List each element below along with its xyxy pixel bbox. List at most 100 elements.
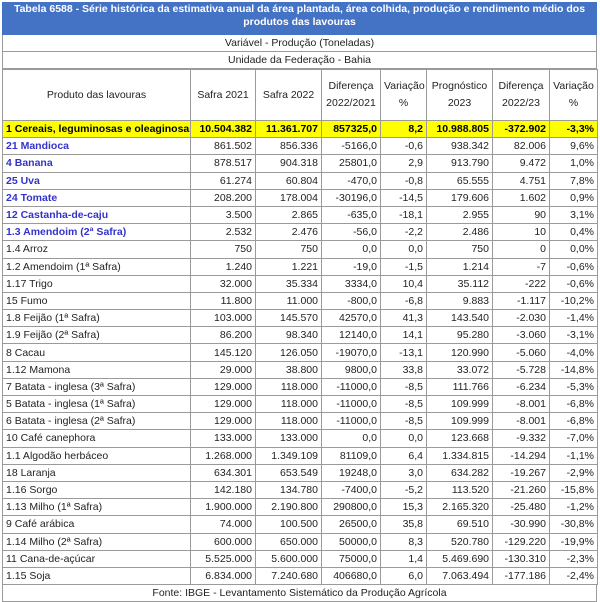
table-row: 1.12 Mamona 29.000 38.800 9800,0 33,8 33.072-… xyxy=(2,360,598,379)
cell-diff2: -14.294 xyxy=(492,446,550,465)
cell-s2022: 118.000 xyxy=(255,377,322,397)
cell-var1: -14,5 xyxy=(380,188,427,207)
cell-var2: -15,8% xyxy=(549,480,598,500)
cell-diff2: 1.602 xyxy=(492,188,550,207)
cell-var2: -5,3% xyxy=(549,377,598,397)
cell-diff1: 81109,0 xyxy=(321,446,381,465)
cell-product: 8 Cacau xyxy=(2,343,191,362)
cell-var1: 6,4 xyxy=(380,446,427,465)
cell-prog: 1.214 xyxy=(426,257,493,276)
table-row: 1.9 Feijão (2ª Safra) 86.200 98.340 12140,0… xyxy=(2,326,598,345)
cell-s2022: 118.000 xyxy=(255,412,322,431)
cell-prog: 634.282 xyxy=(426,463,493,482)
cell-prog: 750 xyxy=(426,240,493,259)
cell-var1: -0,8 xyxy=(380,171,427,190)
data-table: Produto das lavouras Safra 2021 Safra 20… xyxy=(2,69,598,586)
cell-var1: -8,5 xyxy=(380,377,427,397)
cell-diff2: 90 xyxy=(492,205,550,225)
cell-diff1: 12140,0 xyxy=(321,326,381,345)
cell-s2021: 142.180 xyxy=(190,480,256,500)
cell-product: 1.13 Milho (1ª Safra) xyxy=(2,498,191,517)
cell-diff1: 3334,0 xyxy=(321,274,381,293)
cell-diff2: 9.472 xyxy=(492,154,550,173)
header-variation-1: Variação % xyxy=(380,69,427,121)
cell-s2021: 10.504.382 xyxy=(190,119,256,139)
cell-diff1: -30196,0 xyxy=(321,188,381,207)
cell-var2: -2,4% xyxy=(549,566,598,586)
table-row: 1 Cereais, leguminosas e oleaginosas 10.5… xyxy=(2,119,598,139)
cell-diff1: -11000,0 xyxy=(321,412,381,431)
cell-product: 1.4 Arroz xyxy=(2,240,191,259)
cell-var2: -0,6% xyxy=(549,257,598,276)
cell-s2022: 35.334 xyxy=(255,274,322,293)
cell-var2: -1,1% xyxy=(549,446,598,465)
cell-diff1: -470,0 xyxy=(321,171,381,190)
cell-product: 1.2 Amendoim (1ª Safra) xyxy=(2,257,191,276)
cell-s2022: 133.000 xyxy=(255,429,322,448)
cell-diff1: -5166,0 xyxy=(321,137,381,156)
cell-s2022: 38.800 xyxy=(255,360,322,379)
table-row: 6 Batata - inglesa (2ª Safra) 129.000 118.… xyxy=(2,412,598,431)
cell-var2: -4,0% xyxy=(549,343,598,362)
cell-diff1: -19070,0 xyxy=(321,343,381,362)
cell-s2022: 126.050 xyxy=(255,343,322,362)
cell-diff1: 9800,0 xyxy=(321,360,381,379)
header-variation-2: Variação % xyxy=(549,69,598,121)
cell-diff2: -222 xyxy=(492,274,550,293)
cell-var1: -6,8 xyxy=(380,291,427,311)
cell-prog: 2.486 xyxy=(426,223,493,242)
cell-diff2: -30.990 xyxy=(492,515,550,534)
cell-var2: -30,8% xyxy=(549,515,598,534)
cell-diff2: -2.030 xyxy=(492,309,550,328)
cell-s2021: 133.000 xyxy=(190,429,256,448)
header-diff-2022-2021: Diferença 2022/2021 xyxy=(321,69,381,121)
cell-diff2: -129.220 xyxy=(492,532,550,551)
cell-var2: -6,8% xyxy=(549,394,598,414)
cell-diff2: -19.267 xyxy=(492,463,550,482)
cell-var1: 41,3 xyxy=(380,309,427,328)
cell-diff2: -25.480 xyxy=(492,498,550,517)
cell-var2: -10,2% xyxy=(549,291,598,311)
cell-diff1: -11000,0 xyxy=(321,394,381,414)
header-diff-2022-23: Diferença 2022/23 xyxy=(492,69,550,121)
cell-var2: 0,0% xyxy=(549,240,598,259)
cell-var2: -6,8% xyxy=(549,412,598,431)
cell-diff2: -3.060 xyxy=(492,326,550,345)
table-row: 1.8 Feijão (1ª Safra) 103.000 145.570 42570… xyxy=(2,309,598,328)
cell-diff2: 10 xyxy=(492,223,550,242)
cell-prog: 69.510 xyxy=(426,515,493,534)
table-row: 8 Cacau 145.120 126.050 -19070,0 -13,1 120.99… xyxy=(2,343,598,362)
cell-var2: -7,0% xyxy=(549,429,598,448)
cell-diff1: 25801,0 xyxy=(321,154,381,173)
cell-prog: 7.063.494 xyxy=(426,566,493,586)
cell-s2021: 103.000 xyxy=(190,309,256,328)
cell-var2: -1,2% xyxy=(549,498,598,517)
table-row: 7 Batata - inglesa (3ª Safra) 129.000 118.… xyxy=(2,377,598,397)
cell-var1: 10,4 xyxy=(380,274,427,293)
cell-s2021: 2.532 xyxy=(190,223,256,242)
cell-s2021: 3.500 xyxy=(190,205,256,225)
table-row: 1.2 Amendoim (1ª Safra) 1.240 1.221 -19,0 -1… xyxy=(2,257,598,276)
cell-product: 1.17 Trigo xyxy=(2,274,191,293)
cell-diff2: 4.751 xyxy=(492,171,550,190)
cell-prog: 109.999 xyxy=(426,412,493,431)
cell-prog: 113.520 xyxy=(426,480,493,500)
cell-var2: -0,6% xyxy=(549,274,598,293)
cell-s2022: 5.600.000 xyxy=(255,549,322,568)
cell-product: 12 Castanha-de-caju xyxy=(2,205,191,225)
cell-var2: 3,1% xyxy=(549,205,598,225)
cell-prog: 33.072 xyxy=(426,360,493,379)
cell-s2022: 650.000 xyxy=(255,532,322,551)
cell-var1: 6,0 xyxy=(380,566,427,586)
cell-s2022: 178.004 xyxy=(255,188,322,207)
cell-var2: -14,8% xyxy=(549,360,598,379)
cell-var1: 8,3 xyxy=(380,532,427,551)
cell-product: 1 Cereais, leguminosas e oleaginosas xyxy=(2,119,191,139)
cell-s2022: 7.240.680 xyxy=(255,566,322,586)
cell-s2021: 61.274 xyxy=(190,171,256,190)
cell-var1: 33,8 xyxy=(380,360,427,379)
cell-var1: -8,5 xyxy=(380,412,427,431)
cell-diff2: -6.234 xyxy=(492,377,550,397)
cell-s2021: 600.000 xyxy=(190,532,256,551)
cell-diff2: -177.186 xyxy=(492,566,550,586)
